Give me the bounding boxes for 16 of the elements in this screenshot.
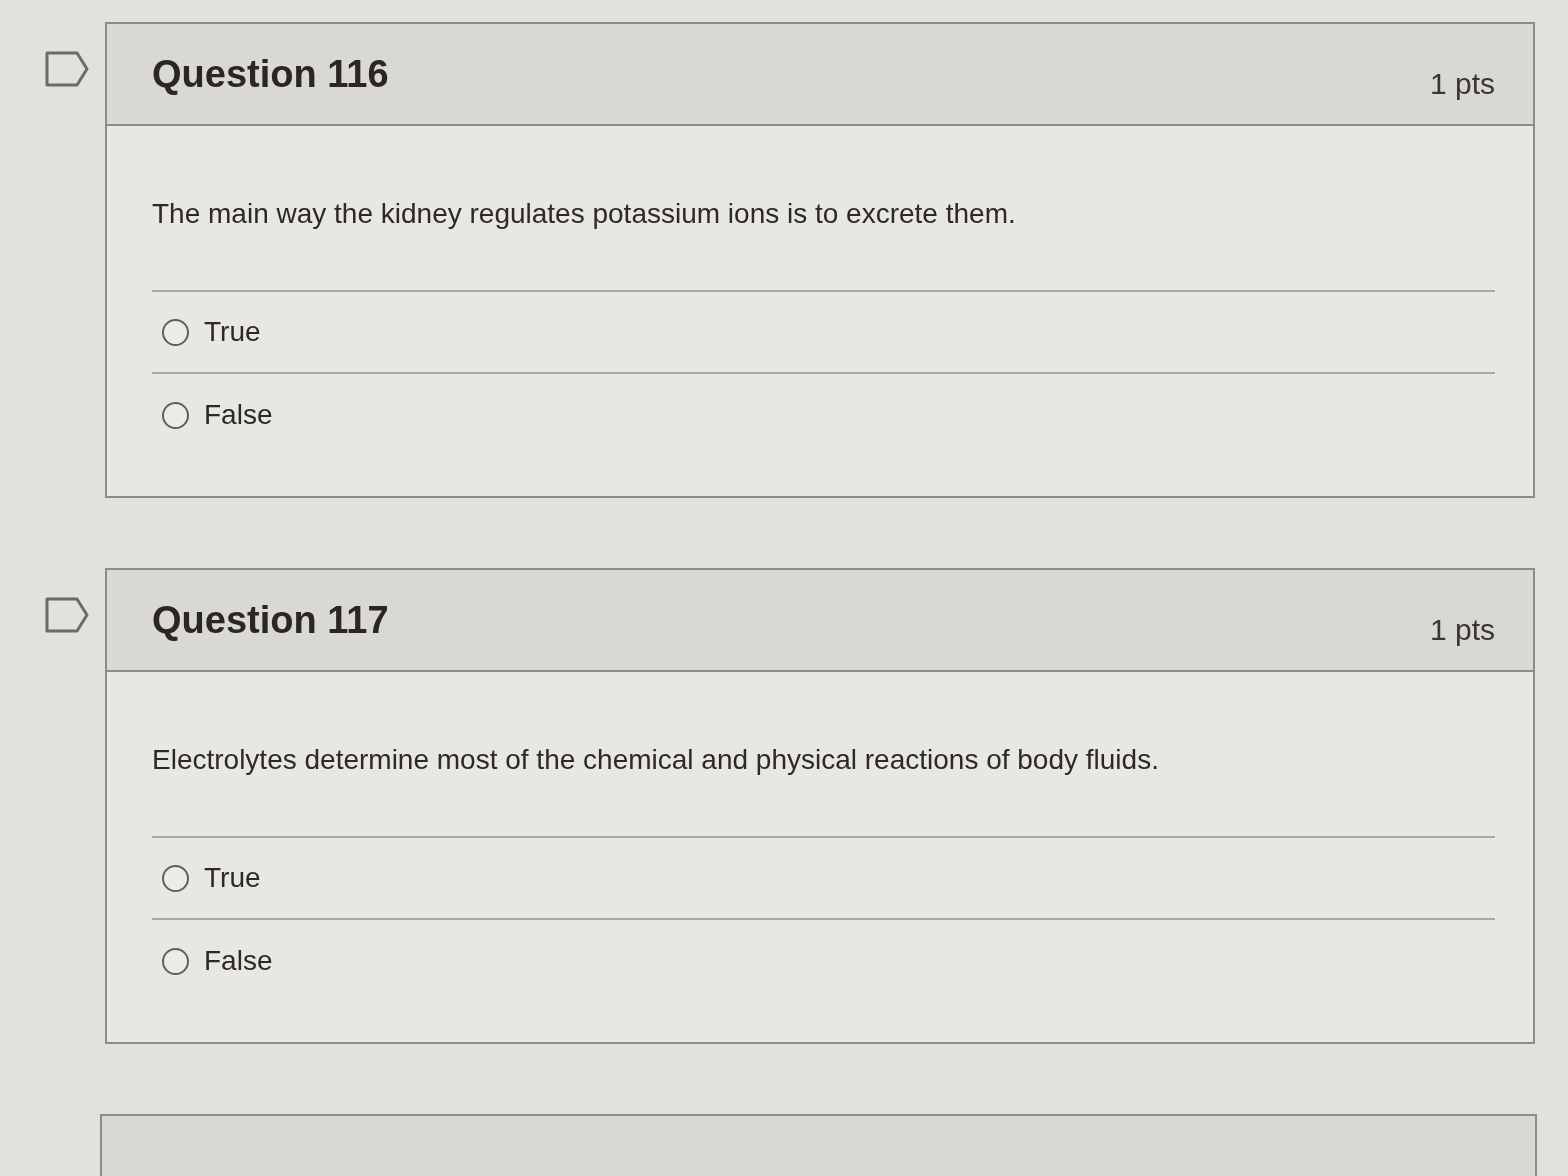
radio-button[interactable]	[162, 864, 189, 892]
option-label[interactable]: True	[204, 318, 261, 346]
points-label: 1 pts	[1429, 66, 1495, 99]
tag-icon[interactable]	[45, 51, 89, 87]
radio-button[interactable]	[162, 947, 189, 975]
radio-button[interactable]	[162, 318, 189, 346]
option-label[interactable]: False	[204, 947, 273, 975]
question-text: The main way the kidney regulates potassium ions is to excrete them.	[152, 197, 1016, 231]
question-text: Electrolytes determine most of the chemical and physical reactions of body fluids.	[152, 743, 1159, 777]
option-label[interactable]: False	[204, 401, 273, 429]
points-label: 1 pts	[1429, 612, 1495, 645]
option-label[interactable]: True	[204, 864, 261, 892]
question-title: Question 116	[152, 55, 389, 93]
tag-icon[interactable]	[45, 597, 89, 633]
question-title: Question 117	[152, 601, 389, 639]
radio-button[interactable]	[162, 401, 189, 429]
